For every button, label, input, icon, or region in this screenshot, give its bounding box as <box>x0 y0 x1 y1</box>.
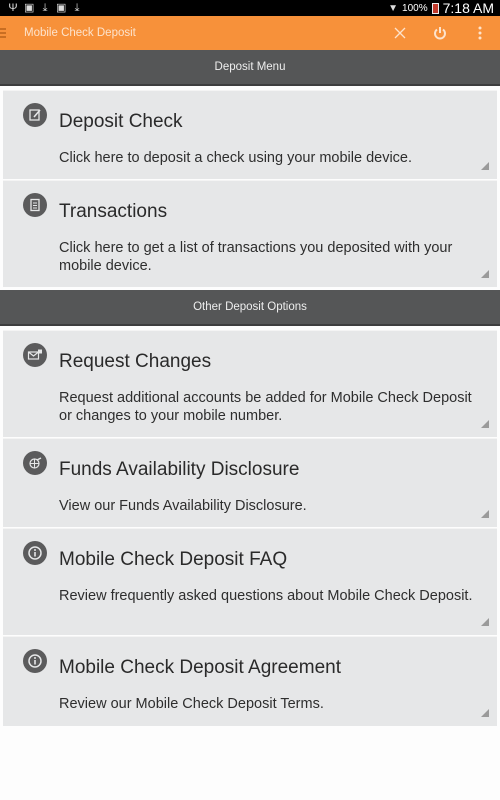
menu-item-funds-availability[interactable]: Funds Availability Disclosure View our F… <box>3 438 497 527</box>
download-icon: ⤓ <box>74 2 80 14</box>
item-description: Click here to deposit a check using your… <box>59 150 413 166</box>
clock: 7:18 AM <box>442 0 494 16</box>
menu-item-transactions[interactable]: Transactions Click here to get a list of… <box>3 180 497 287</box>
image-icon: ▣ <box>56 2 67 14</box>
menu-item-faq[interactable]: Mobile Check Deposit FAQ Review frequent… <box>3 528 497 635</box>
corner-indicator-icon <box>481 162 489 170</box>
section-header-deposit-menu: Deposit Menu <box>0 50 500 86</box>
power-icon <box>434 27 446 40</box>
corner-indicator-icon <box>481 420 489 428</box>
item-title: Request Changes <box>59 351 212 372</box>
globe-icon <box>23 451 47 475</box>
notification-icon: ▣ <box>24 2 35 14</box>
download-icon: ⤓ <box>42 2 48 14</box>
info-icon <box>23 541 47 565</box>
item-title: Mobile Check Deposit FAQ <box>59 549 288 570</box>
item-description: Review frequently asked questions about … <box>59 588 473 604</box>
app-bar: Mobile Check Deposit <box>0 16 500 50</box>
close-icon <box>394 27 406 39</box>
item-description: Click here to get a list of transactions… <box>59 240 453 274</box>
item-title: Transactions <box>59 201 168 222</box>
item-description: Request additional accounts be added for… <box>59 390 472 424</box>
menu-icon[interactable] <box>0 28 6 38</box>
close-button[interactable] <box>380 16 420 50</box>
overflow-menu-button[interactable] <box>460 16 500 50</box>
item-title: Deposit Check <box>59 111 183 132</box>
power-button[interactable] <box>420 16 460 50</box>
corner-indicator-icon <box>481 510 489 518</box>
corner-indicator-icon <box>481 270 489 278</box>
usb-icon: Ψ <box>8 2 18 14</box>
menu-item-deposit-check[interactable]: Deposit Check Click here to deposit a ch… <box>3 90 497 179</box>
section-header-other-options: Other Deposit Options <box>0 290 500 326</box>
item-description: View our Funds Availability Disclosure. <box>59 498 307 514</box>
menu-item-request-changes[interactable]: Request Changes Request additional accou… <box>3 330 497 437</box>
item-description: Review our Mobile Check Deposit Terms. <box>59 696 324 712</box>
app-bar-actions <box>380 16 500 50</box>
document-icon <box>23 193 47 217</box>
status-system: ▼ 100% 7:18 AM <box>388 0 500 16</box>
battery-percent: 100% <box>402 2 428 14</box>
edit-check-icon <box>23 103 47 127</box>
corner-indicator-icon <box>481 618 489 626</box>
status-notifications: Ψ ▣ ⤓ ▣ ⤓ <box>0 2 82 14</box>
mail-lock-icon <box>23 343 47 367</box>
wifi-icon: ▼ <box>388 2 399 14</box>
battery-icon <box>431 2 439 14</box>
status-bar: Ψ ▣ ⤓ ▣ ⤓ ▼ 100% 7:18 AM <box>0 0 500 16</box>
menu-item-agreement[interactable]: Mobile Check Deposit Agreement Review ou… <box>3 636 497 726</box>
app-title: Mobile Check Deposit <box>24 27 136 39</box>
item-title: Funds Availability Disclosure <box>59 459 300 480</box>
info-icon <box>23 649 47 673</box>
overflow-menu-icon <box>478 26 482 40</box>
corner-indicator-icon <box>481 709 489 717</box>
item-title: Mobile Check Deposit Agreement <box>59 657 341 678</box>
